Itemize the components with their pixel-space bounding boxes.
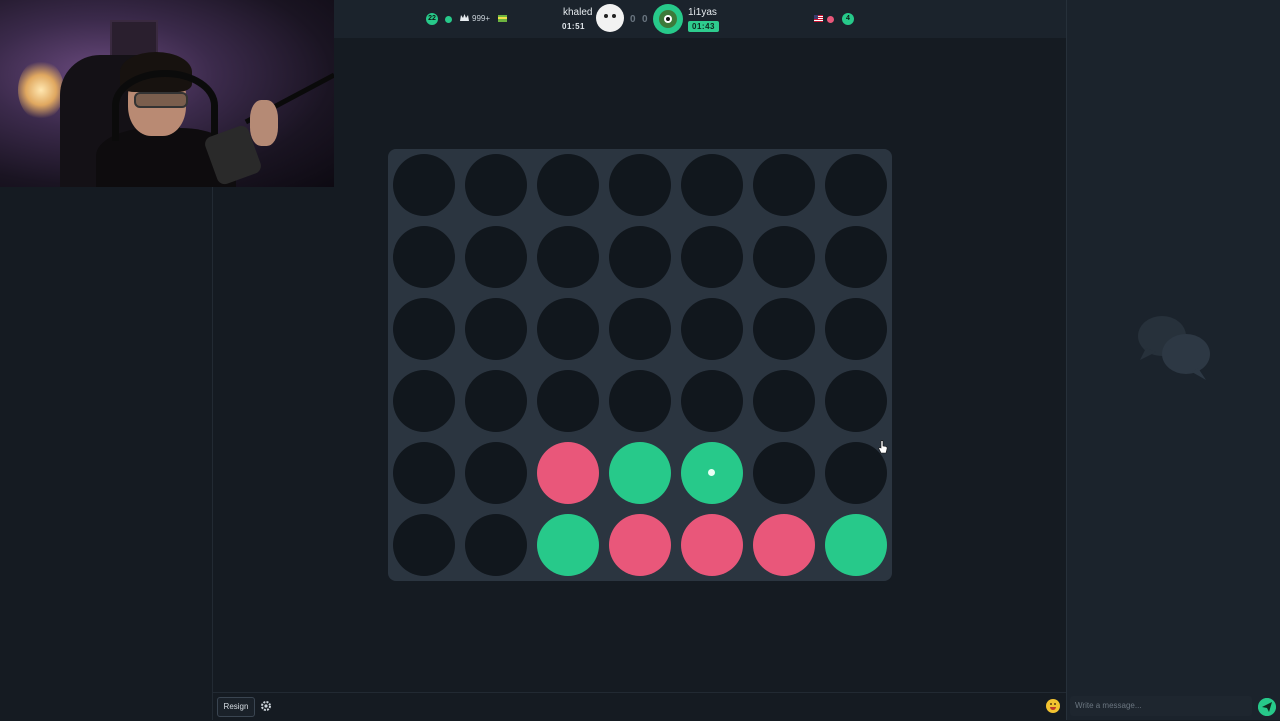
left-player-color-dot bbox=[445, 16, 452, 23]
streamer-hand bbox=[250, 100, 278, 146]
connect-four-board[interactable] bbox=[388, 149, 892, 581]
board-slot-empty[interactable] bbox=[393, 514, 455, 576]
board-slot-empty[interactable] bbox=[825, 226, 887, 288]
level-badge: 4 bbox=[842, 13, 854, 25]
gear-icon[interactable] bbox=[260, 700, 272, 712]
board-slot-empty[interactable] bbox=[393, 154, 455, 216]
right-player-color-dot bbox=[827, 16, 834, 23]
board-slot-empty[interactable] bbox=[753, 298, 815, 360]
board-slot-empty[interactable] bbox=[825, 370, 887, 432]
board-slot-empty[interactable] bbox=[681, 298, 743, 360]
board-slot-empty[interactable] bbox=[753, 154, 815, 216]
right-player-timer: 01:43 bbox=[688, 21, 719, 32]
board-slot-empty[interactable] bbox=[393, 298, 455, 360]
board-slot-empty[interactable] bbox=[681, 370, 743, 432]
disc-green[interactable] bbox=[681, 442, 743, 504]
board-slot-empty[interactable] bbox=[609, 154, 671, 216]
board-slot-empty[interactable] bbox=[465, 442, 527, 504]
game-header bbox=[334, 0, 1066, 39]
country-flag-icon bbox=[814, 15, 823, 22]
left-player-rating: 999+ bbox=[472, 14, 491, 23]
left-player-timer: 01:51 bbox=[562, 22, 585, 31]
disc-green[interactable] bbox=[609, 442, 671, 504]
disc-green[interactable] bbox=[537, 514, 599, 576]
board-slot-empty[interactable] bbox=[465, 370, 527, 432]
level-badge: 22 bbox=[426, 13, 438, 25]
right-player-name[interactable]: 1i1yas bbox=[688, 7, 717, 18]
board-slot-empty[interactable] bbox=[465, 514, 527, 576]
board-slot-empty[interactable] bbox=[537, 298, 599, 360]
hand-cursor-icon bbox=[878, 440, 888, 454]
left-player-score: 0 bbox=[630, 14, 636, 25]
board-slot-empty[interactable] bbox=[393, 442, 455, 504]
headphones bbox=[112, 70, 218, 141]
disc-red[interactable] bbox=[753, 514, 815, 576]
chat-bubbles-icon bbox=[1138, 316, 1210, 380]
level-badge-count: 22 bbox=[428, 15, 436, 22]
lamp-light bbox=[18, 60, 64, 120]
board-slot-empty[interactable] bbox=[537, 370, 599, 432]
chat-message-input[interactable]: Write a message... bbox=[1070, 696, 1252, 716]
board-slot-empty[interactable] bbox=[753, 370, 815, 432]
emoji-icon[interactable] bbox=[1046, 699, 1060, 713]
board-slot-empty[interactable] bbox=[753, 226, 815, 288]
board-slot-empty[interactable] bbox=[753, 442, 815, 504]
bottom-toolbar bbox=[213, 692, 1066, 721]
left-player-name[interactable]: khaled bbox=[563, 7, 592, 18]
board-slot-empty[interactable] bbox=[465, 226, 527, 288]
board-slot-empty[interactable] bbox=[609, 370, 671, 432]
board-slot-empty[interactable] bbox=[681, 226, 743, 288]
board-slot-empty[interactable] bbox=[609, 298, 671, 360]
resign-button[interactable]: Resign bbox=[217, 697, 255, 717]
disc-red[interactable] bbox=[609, 514, 671, 576]
disc-green[interactable] bbox=[825, 514, 887, 576]
webcam-overlay bbox=[0, 0, 334, 187]
board-slot-empty[interactable] bbox=[537, 226, 599, 288]
disc-red[interactable] bbox=[681, 514, 743, 576]
right-player-avatar[interactable] bbox=[653, 4, 683, 34]
board-slot-empty[interactable] bbox=[465, 154, 527, 216]
level-badge-count: 4 bbox=[846, 15, 850, 22]
last-move-marker bbox=[708, 469, 715, 476]
left-player-avatar[interactable] bbox=[596, 4, 624, 32]
board-slot-empty[interactable] bbox=[825, 298, 887, 360]
country-flag-icon bbox=[498, 15, 507, 22]
board-slot-empty[interactable] bbox=[681, 154, 743, 216]
board-slot-empty[interactable] bbox=[393, 370, 455, 432]
board-slot-empty[interactable] bbox=[465, 298, 527, 360]
right-player-score: 0 bbox=[642, 14, 648, 25]
board-slot-empty[interactable] bbox=[609, 226, 671, 288]
board-slot-empty[interactable] bbox=[537, 154, 599, 216]
board-slot-empty[interactable] bbox=[825, 154, 887, 216]
disc-red[interactable] bbox=[537, 442, 599, 504]
board-slot-empty[interactable] bbox=[393, 226, 455, 288]
crown-icon bbox=[460, 14, 469, 21]
send-icon[interactable] bbox=[1258, 698, 1276, 716]
